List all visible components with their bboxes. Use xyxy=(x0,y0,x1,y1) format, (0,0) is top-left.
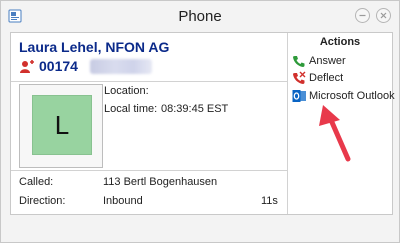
answer-action[interactable]: Answer xyxy=(292,54,392,70)
direction-label: Direction: xyxy=(19,195,66,207)
minimize-button[interactable] xyxy=(355,8,370,23)
avatar: L xyxy=(32,95,92,155)
call-details: Laura Lehel, NFON AG 00174 L Location: L… xyxy=(11,33,287,214)
call-panel: Laura Lehel, NFON AG 00174 L Location: L… xyxy=(10,32,395,215)
phone-deflect-icon xyxy=(293,71,306,84)
deflect-label: Deflect xyxy=(309,72,344,84)
outlook-icon xyxy=(292,90,306,102)
phone-window: Phone Laura Lehel, NFON AG 00174 L Locat… xyxy=(0,0,400,243)
divider xyxy=(11,170,287,171)
phone-answer-icon xyxy=(293,56,305,67)
outlook-label: Microsoft Outlook xyxy=(309,90,395,102)
caller-number: 00174 xyxy=(39,58,78,74)
call-duration: 11s xyxy=(261,195,278,207)
title-bar: Phone xyxy=(1,1,399,31)
avatar-frame: L xyxy=(19,84,103,168)
answer-label: Answer xyxy=(309,55,346,67)
local-time-label: Local time: xyxy=(104,103,158,115)
actions-panel: Actions Answer Deflect Microsoft Outlook xyxy=(288,33,395,214)
location-label: Location: xyxy=(104,85,149,97)
redacted-number xyxy=(90,59,152,74)
local-time-value: 08:39:45 EST xyxy=(161,103,229,115)
close-button[interactable] xyxy=(376,8,391,23)
window-title: Phone xyxy=(178,8,222,25)
divider xyxy=(11,81,287,82)
called-label: Called: xyxy=(19,176,54,188)
direction-value: Inbound xyxy=(103,195,143,207)
deflect-action[interactable]: Deflect xyxy=(292,71,392,87)
called-value: 113 Bertl Bogenhausen xyxy=(103,176,218,188)
caller-name: Laura Lehel, NFON AG xyxy=(19,39,170,55)
minimize-icon xyxy=(359,14,366,17)
incoming-call-icon xyxy=(20,60,34,73)
outlook-action[interactable]: Microsoft Outlook xyxy=(292,89,395,105)
actions-header: Actions xyxy=(319,36,361,48)
close-icon xyxy=(380,12,387,19)
